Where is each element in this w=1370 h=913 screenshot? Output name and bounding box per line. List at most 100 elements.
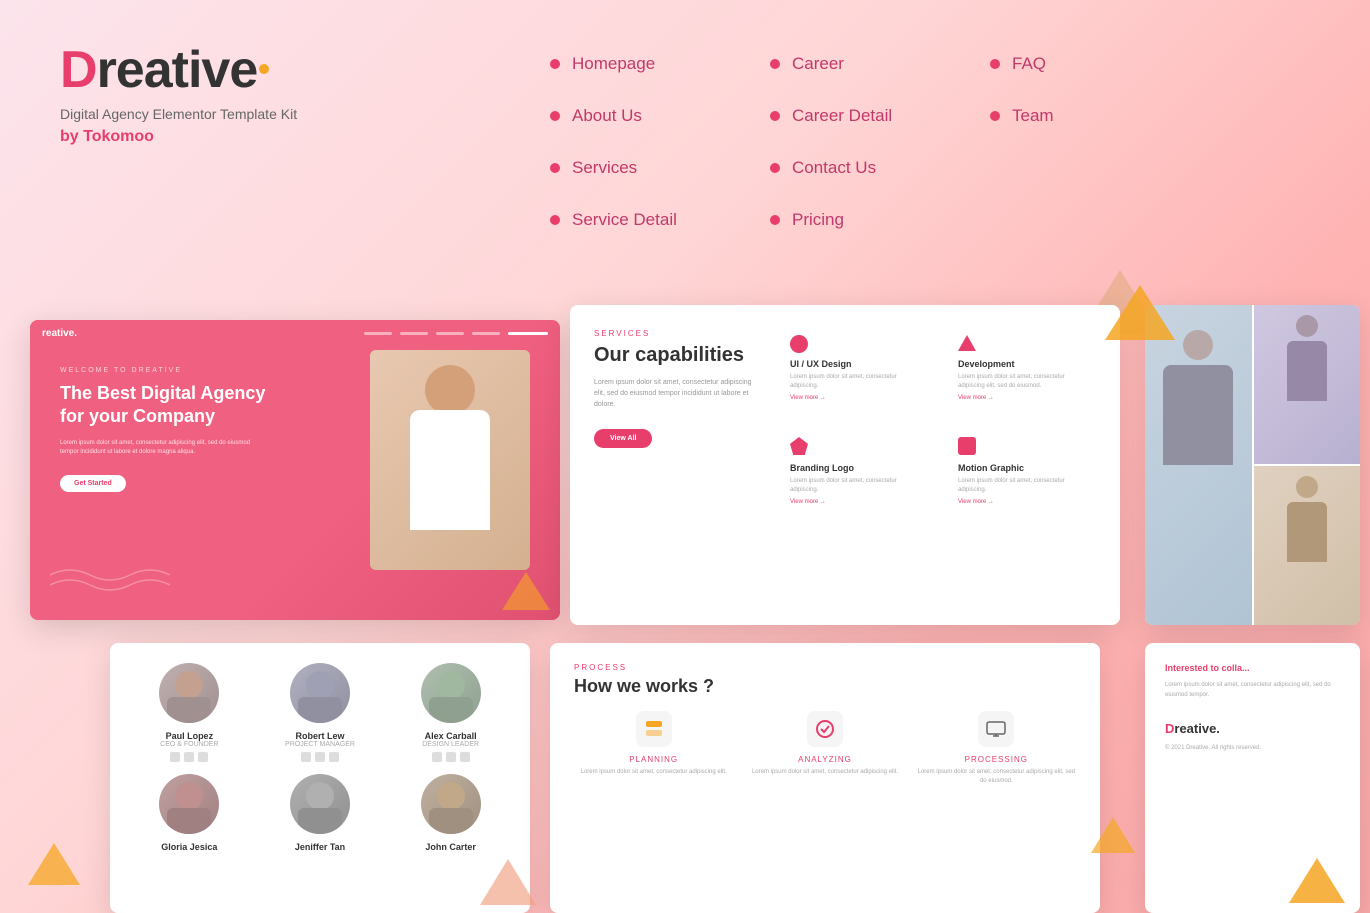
- nav-dot: [990, 59, 1000, 69]
- team-avatar-jeniffer: [290, 774, 350, 834]
- hero-cta-button[interactable]: Get Started: [60, 475, 126, 492]
- team-avatar-robert: [290, 663, 350, 723]
- process-icon-planning: [636, 711, 672, 747]
- nav-item-aboutus[interactable]: About Us: [550, 92, 770, 140]
- service-item-dev: Development Lorem ipsum dolor sit amet, …: [948, 325, 1100, 411]
- preview-about-card: [1145, 305, 1360, 625]
- services-items-grid: UI / UX Design Lorem ipsum dolor sit ame…: [780, 325, 1100, 515]
- team-member-robert: Robert Lew PROJECT MANAGER: [261, 663, 380, 762]
- team-avatar-alex: [421, 663, 481, 723]
- team-member-paul: Paul Lopez CEO & FOUNDER: [130, 663, 249, 762]
- brand-d-letter: D: [60, 41, 97, 99]
- team-name-john: John Carter: [391, 842, 510, 852]
- team-name-paul: Paul Lopez: [130, 731, 249, 741]
- service-item-motion: Motion Graphic Lorem ipsum dolor sit ame…: [948, 427, 1100, 515]
- team-grid-row2: Gloria Jesica Jeniffer Tan John Carter: [130, 774, 510, 852]
- branding-block: Dreative Digital Agency Elementor Templa…: [60, 40, 297, 146]
- preview-contact-card: Interested to colla... Lorem ipsum dolor…: [1145, 643, 1360, 913]
- hero-desc: Lorem ipsum dolor sit amet, consectetur …: [60, 439, 260, 458]
- service-name-motion: Motion Graphic: [958, 463, 1090, 473]
- service-link-dev[interactable]: View more →: [958, 395, 1090, 401]
- decorative-triangle-bottom-left: [28, 843, 80, 885]
- team-member-jeniffer: Jeniffer Tan: [261, 774, 380, 852]
- preview-services-card: SERVICES Our capabilities Lorem ipsum do…: [570, 305, 1120, 625]
- nav-item-contactus[interactable]: Contact Us: [770, 144, 990, 192]
- nav-menu: Homepage Career FAQ About Us Career Deta…: [550, 40, 1170, 244]
- services-section-desc: Lorem ipsum dolor sit amet, consectetur …: [594, 377, 764, 411]
- process-icon-processing: [978, 711, 1014, 747]
- team-avatar-paul: [159, 663, 219, 723]
- process-step-label-processing: PROCESSING: [917, 755, 1076, 764]
- process-step-desc-analyzing: Lorem ipsum dolor sit amet, consectetur …: [745, 768, 904, 777]
- hero-person-image: [370, 350, 530, 570]
- hero-navbar: reative.: [30, 320, 560, 347]
- nav-item-servicedetail[interactable]: Service Detail: [550, 196, 770, 244]
- preview-hero-card: reative. WELCOME TO DREATIVE The Best Di…: [30, 320, 560, 620]
- decorative-triangle-orange-topright: [1105, 285, 1175, 340]
- service-icon-dev: [958, 335, 976, 351]
- brand-name: Dreative: [60, 40, 297, 100]
- process-steps-grid: PLANNING Lorem ipsum dolor sit amet, con…: [574, 711, 1076, 786]
- team-social-alex: [391, 752, 510, 762]
- nav-item-career[interactable]: Career: [770, 40, 990, 88]
- process-step-analyzing: ANALYZING Lorem ipsum dolor sit amet, co…: [745, 711, 904, 786]
- services-left-content: SERVICES Our capabilities Lorem ipsum do…: [594, 329, 764, 448]
- process-step-desc-planning: Lorem ipsum dolor sit amet, consectetur …: [574, 768, 733, 777]
- service-item-brand: Branding Logo Lorem ipsum dolor sit amet…: [780, 427, 932, 515]
- team-member-john: John Carter: [391, 774, 510, 852]
- team-role-paul: CEO & FOUNDER: [130, 741, 249, 748]
- process-step-label-planning: PLANNING: [574, 755, 733, 764]
- service-name-uiux: UI / UX Design: [790, 359, 922, 369]
- nav-item-services[interactable]: Services: [550, 144, 770, 192]
- hero-image-placeholder: [370, 350, 530, 570]
- contact-interested-text: Interested to colla...: [1165, 663, 1340, 673]
- services-section-label: SERVICES: [594, 329, 764, 338]
- process-step-label-analyzing: ANALYZING: [745, 755, 904, 764]
- nav-item-pricing[interactable]: Pricing: [770, 196, 990, 244]
- service-name-dev: Development: [958, 359, 1090, 369]
- team-name-robert: Robert Lew: [261, 731, 380, 741]
- services-viewall-button[interactable]: View All: [594, 429, 652, 448]
- nav-item-homepage[interactable]: Homepage: [550, 40, 770, 88]
- contact-decorative-triangle: [1289, 858, 1345, 903]
- preview-team-card: Paul Lopez CEO & FOUNDER Robert Lew PROJ…: [110, 643, 530, 913]
- service-icon-uiux: [790, 335, 808, 353]
- process-step-processing: PROCESSING Lorem ipsum dolor sit amet, c…: [917, 711, 1076, 786]
- about-image-small-2: [1254, 466, 1361, 625]
- services-section-title: Our capabilities: [594, 344, 764, 367]
- service-icon-brand: [790, 437, 808, 455]
- contact-footer-copyright: © 2021 Dreative. All rights reserved.: [1165, 744, 1340, 754]
- preview-process-card: PROCESS How we works ? PLANNING Lorem ip…: [550, 643, 1100, 913]
- brand-author: by Tokomoo: [60, 128, 297, 146]
- service-link-brand[interactable]: View more →: [790, 499, 922, 505]
- nav-dot: [990, 111, 1000, 121]
- service-text-uiux: Lorem ipsum dolor sit amet, consectetur …: [790, 373, 922, 391]
- brand-dot: [259, 64, 269, 74]
- team-social-robert: [261, 752, 380, 762]
- team-social-paul: [130, 752, 249, 762]
- about-image-large: [1145, 305, 1252, 625]
- team-avatar-gloria: [159, 774, 219, 834]
- team-member-gloria: Gloria Jesica: [130, 774, 249, 852]
- service-item-uiux: UI / UX Design Lorem ipsum dolor sit ame…: [780, 325, 932, 411]
- service-text-dev: Lorem ipsum dolor sit amet, consectetur …: [958, 373, 1090, 391]
- nav-dot: [770, 111, 780, 121]
- service-icon-motion: [958, 437, 976, 455]
- nav-dot: [550, 215, 560, 225]
- service-link-uiux[interactable]: View more →: [790, 395, 922, 401]
- contact-brand-footer: Dreative. © 2021 Dreative. All rights re…: [1165, 720, 1340, 754]
- hero-nav-links: [364, 332, 548, 335]
- contact-desc-text: Lorem ipsum dolor sit amet, consectetur …: [1165, 681, 1340, 700]
- nav-item-faq[interactable]: FAQ: [990, 40, 1170, 88]
- about-image-small-1: [1254, 305, 1361, 464]
- service-text-brand: Lorem ipsum dolor sit amet, consectetur …: [790, 477, 922, 495]
- process-icon-analyzing: [807, 711, 843, 747]
- team-name-alex: Alex Carball: [391, 731, 510, 741]
- service-link-motion[interactable]: View more →: [958, 499, 1090, 505]
- team-role-alex: DESIGN LEADER: [391, 741, 510, 748]
- contact-brand-d: D: [1165, 721, 1174, 736]
- brand-tagline: Digital Agency Elementor Template Kit: [60, 106, 297, 122]
- nav-item-team[interactable]: Team: [990, 92, 1170, 140]
- process-step-desc-processing: Lorem ipsum dolor sit amet, consectetur …: [917, 768, 1076, 786]
- nav-item-careerdetail[interactable]: Career Detail: [770, 92, 990, 140]
